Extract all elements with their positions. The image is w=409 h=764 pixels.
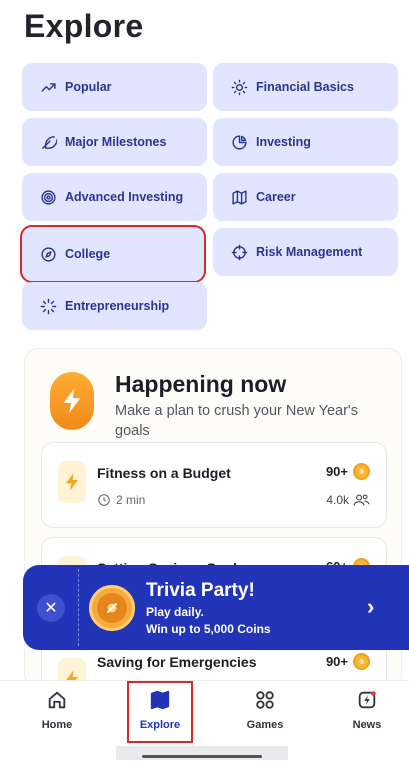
lightning-bolt-icon bbox=[50, 372, 94, 430]
home-indicator bbox=[116, 746, 288, 760]
lesson-duration: 2 min bbox=[97, 493, 145, 507]
category-popular[interactable]: Popular bbox=[22, 63, 207, 111]
category-entrepreneurship[interactable]: Entrepreneurship bbox=[22, 282, 207, 330]
nav-games[interactable]: Games bbox=[230, 687, 300, 737]
nav-home[interactable]: Home bbox=[22, 687, 92, 737]
category-label: Popular bbox=[65, 80, 112, 94]
learners-value: 4.0k bbox=[326, 493, 349, 507]
trending-up-icon bbox=[38, 77, 58, 97]
trivia-line-2: Win up to 5,000 Coins bbox=[146, 622, 271, 636]
coin-icon bbox=[353, 463, 370, 480]
loader-icon bbox=[38, 296, 58, 316]
lesson-coins: 90+ bbox=[326, 463, 370, 480]
category-major-milestones[interactable]: Major Milestones bbox=[22, 118, 207, 166]
category-risk-management[interactable]: Risk Management bbox=[213, 228, 398, 276]
nav-label: Explore bbox=[139, 719, 181, 731]
map-icon bbox=[147, 687, 173, 713]
category-financial-basics[interactable]: Financial Basics bbox=[213, 63, 398, 111]
lesson-card[interactable]: Fitness on a Budget 90+ 2 min 4.0k bbox=[41, 442, 387, 528]
category-label: Risk Management bbox=[256, 245, 363, 259]
trivia-party-banner[interactable]: ✕ Trivia Party! Play daily. Win up to 5,… bbox=[23, 565, 409, 650]
nav-label: Home bbox=[41, 719, 73, 731]
category-label: Financial Basics bbox=[256, 80, 354, 94]
close-icon[interactable]: ✕ bbox=[37, 594, 65, 622]
users-icon bbox=[353, 494, 370, 506]
clock-icon bbox=[98, 494, 110, 506]
coin-icon bbox=[353, 653, 370, 670]
nav-news[interactable]: News bbox=[332, 687, 402, 737]
category-label: Major Milestones bbox=[65, 135, 167, 149]
grid-icon bbox=[252, 687, 278, 713]
happening-subtitle: Make a plan to crush your New Year's goa… bbox=[115, 403, 358, 439]
nav-label: Games bbox=[246, 719, 284, 731]
sun-icon bbox=[229, 77, 249, 97]
category-career[interactable]: Career bbox=[213, 173, 398, 221]
lesson-coins: 90+ bbox=[326, 653, 370, 670]
happening-title: Happening now bbox=[115, 371, 287, 397]
bottom-nav: Home Explore Games News bbox=[0, 680, 409, 743]
trivia-coin-icon bbox=[89, 585, 135, 631]
compass-icon bbox=[38, 244, 58, 264]
category-label: Entrepreneurship bbox=[65, 299, 170, 313]
nav-label: News bbox=[352, 719, 382, 731]
trivia-line-1: Play daily. bbox=[146, 605, 204, 619]
home-icon bbox=[44, 687, 70, 713]
lightning-bolt-icon bbox=[58, 461, 86, 503]
category-label: Advanced Investing bbox=[65, 190, 184, 204]
map-icon bbox=[229, 187, 249, 207]
divider bbox=[78, 569, 79, 646]
lesson-title: Fitness on a Budget bbox=[97, 465, 231, 481]
coins-value: 90+ bbox=[325, 464, 348, 479]
page-title: Explore bbox=[24, 8, 144, 44]
lesson-learners: 4.0k bbox=[326, 493, 370, 507]
category-investing[interactable]: Investing bbox=[213, 118, 398, 166]
category-label: Investing bbox=[256, 135, 311, 149]
feather-icon bbox=[38, 132, 58, 152]
category-label: College bbox=[65, 247, 111, 261]
news-icon bbox=[354, 687, 380, 713]
category-college[interactable]: College bbox=[20, 225, 206, 283]
chevron-right-icon[interactable]: › bbox=[367, 594, 387, 620]
lesson-title: Saving for Emergencies bbox=[97, 654, 257, 670]
target-icon bbox=[38, 187, 58, 207]
crosshair-icon bbox=[229, 242, 249, 262]
nav-explore[interactable]: Explore bbox=[127, 681, 193, 743]
pie-chart-icon bbox=[229, 132, 249, 152]
trivia-title: Trivia Party! bbox=[146, 580, 255, 601]
category-advanced-investing[interactable]: Advanced Investing bbox=[22, 173, 207, 221]
coins-value: 90+ bbox=[325, 654, 348, 669]
category-label: Career bbox=[256, 190, 296, 204]
duration-value: 2 min bbox=[116, 493, 146, 507]
